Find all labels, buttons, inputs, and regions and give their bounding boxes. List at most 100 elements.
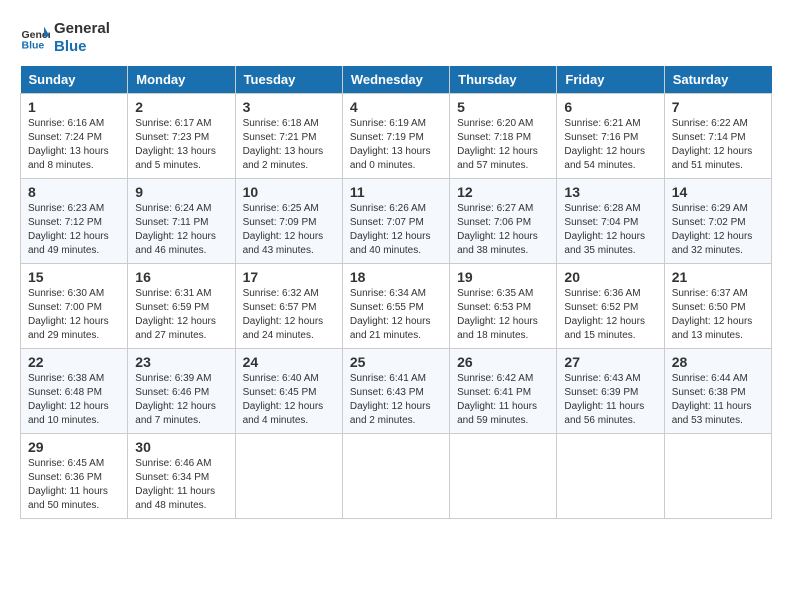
day-number: 13 bbox=[564, 184, 656, 200]
calendar-cell: 22 Sunrise: 6:38 AMSunset: 6:48 PMDayligh… bbox=[21, 349, 128, 434]
day-number: 12 bbox=[457, 184, 549, 200]
day-number: 20 bbox=[564, 269, 656, 285]
day-number: 16 bbox=[135, 269, 227, 285]
calendar-cell: 29 Sunrise: 6:45 AMSunset: 6:36 PMDayligh… bbox=[21, 434, 128, 519]
day-info: Sunrise: 6:38 AMSunset: 6:48 PMDaylight:… bbox=[28, 372, 120, 428]
day-number: 26 bbox=[457, 354, 549, 370]
week-row-5: 29 Sunrise: 6:45 AMSunset: 6:36 PMDayligh… bbox=[21, 434, 772, 519]
day-number: 15 bbox=[28, 269, 120, 285]
day-number: 28 bbox=[672, 354, 764, 370]
day-number: 27 bbox=[564, 354, 656, 370]
day-number: 25 bbox=[350, 354, 442, 370]
logo-icon: General Blue bbox=[20, 23, 50, 53]
calendar-cell: 30Sunrise: 6:46 AMSunset: 6:34 PMDayligh… bbox=[128, 434, 235, 519]
day-info: Sunrise: 6:24 AMSunset: 7:11 PMDaylight:… bbox=[135, 202, 227, 258]
day-number: 21 bbox=[672, 269, 764, 285]
day-number: 29 bbox=[28, 439, 120, 455]
day-info: Sunrise: 6:22 AMSunset: 7:14 PMDaylight:… bbox=[672, 117, 764, 173]
day-number: 22 bbox=[28, 354, 120, 370]
day-number: 9 bbox=[135, 184, 227, 200]
col-header-sunday: Sunday bbox=[21, 66, 128, 94]
col-header-thursday: Thursday bbox=[450, 66, 557, 94]
day-info: Sunrise: 6:23 AMSunset: 7:12 PMDaylight:… bbox=[28, 202, 120, 258]
logo-blue: Blue bbox=[54, 38, 110, 56]
calendar-cell: 27 Sunrise: 6:43 AMSunset: 6:39 PMDayligh… bbox=[557, 349, 664, 434]
day-number: 1 bbox=[28, 99, 120, 115]
day-info: Sunrise: 6:45 AMSunset: 6:36 PMDaylight:… bbox=[28, 457, 120, 513]
week-row-4: 22 Sunrise: 6:38 AMSunset: 6:48 PMDayligh… bbox=[21, 349, 772, 434]
day-info: Sunrise: 6:31 AMSunset: 6:59 PMDaylight:… bbox=[135, 287, 227, 343]
week-row-2: 8 Sunrise: 6:23 AMSunset: 7:12 PMDaylight… bbox=[21, 179, 772, 264]
calendar-cell: 23Sunrise: 6:39 AMSunset: 6:46 PMDayligh… bbox=[128, 349, 235, 434]
calendar-cell bbox=[557, 434, 664, 519]
day-number: 5 bbox=[457, 99, 549, 115]
calendar-cell: 24 Sunrise: 6:40 AMSunset: 6:45 PMDayligh… bbox=[235, 349, 342, 434]
calendar-cell: 7Sunrise: 6:22 AMSunset: 7:14 PMDaylight… bbox=[664, 94, 771, 179]
calendar-cell: 8 Sunrise: 6:23 AMSunset: 7:12 PMDaylight… bbox=[21, 179, 128, 264]
calendar-cell: 11 Sunrise: 6:26 AMSunset: 7:07 PMDayligh… bbox=[342, 179, 449, 264]
calendar-cell: 18 Sunrise: 6:34 AMSunset: 6:55 PMDayligh… bbox=[342, 264, 449, 349]
calendar-cell: 19Sunrise: 6:35 AMSunset: 6:53 PMDayligh… bbox=[450, 264, 557, 349]
logo: General Blue General Blue bbox=[20, 20, 110, 56]
day-info: Sunrise: 6:19 AMSunset: 7:19 PMDaylight:… bbox=[350, 117, 442, 173]
day-info: Sunrise: 6:32 AMSunset: 6:57 PMDaylight:… bbox=[243, 287, 335, 343]
day-info: Sunrise: 6:25 AMSunset: 7:09 PMDaylight:… bbox=[243, 202, 335, 258]
calendar-cell: 15 Sunrise: 6:30 AMSunset: 7:00 PMDayligh… bbox=[21, 264, 128, 349]
calendar-cell: 26 Sunrise: 6:42 AMSunset: 6:41 PMDayligh… bbox=[450, 349, 557, 434]
day-number: 17 bbox=[243, 269, 335, 285]
day-info: Sunrise: 6:18 AMSunset: 7:21 PMDaylight:… bbox=[243, 117, 335, 173]
day-number: 8 bbox=[28, 184, 120, 200]
svg-text:Blue: Blue bbox=[22, 40, 45, 52]
day-info: Sunrise: 6:26 AMSunset: 7:07 PMDaylight:… bbox=[350, 202, 442, 258]
calendar-cell: 16 Sunrise: 6:31 AMSunset: 6:59 PMDayligh… bbox=[128, 264, 235, 349]
calendar-cell: 14Sunrise: 6:29 AMSunset: 7:02 PMDayligh… bbox=[664, 179, 771, 264]
day-info: Sunrise: 6:35 AMSunset: 6:53 PMDaylight:… bbox=[457, 287, 549, 343]
calendar-cell bbox=[342, 434, 449, 519]
col-header-saturday: Saturday bbox=[664, 66, 771, 94]
calendar-cell: 21 Sunrise: 6:37 AMSunset: 6:50 PMDayligh… bbox=[664, 264, 771, 349]
week-row-1: 1Sunrise: 6:16 AMSunset: 7:24 PMDaylight… bbox=[21, 94, 772, 179]
calendar-cell: 5 Sunrise: 6:20 AMSunset: 7:18 PMDaylight… bbox=[450, 94, 557, 179]
day-info: Sunrise: 6:41 AMSunset: 6:43 PMDaylight:… bbox=[350, 372, 442, 428]
calendar-cell bbox=[235, 434, 342, 519]
col-header-tuesday: Tuesday bbox=[235, 66, 342, 94]
day-info: Sunrise: 6:44 AMSunset: 6:38 PMDaylight:… bbox=[672, 372, 764, 428]
calendar-cell: 4 Sunrise: 6:19 AMSunset: 7:19 PMDaylight… bbox=[342, 94, 449, 179]
day-info: Sunrise: 6:20 AMSunset: 7:18 PMDaylight:… bbox=[457, 117, 549, 173]
header-row: SundayMondayTuesdayWednesdayThursdayFrid… bbox=[21, 66, 772, 94]
calendar-cell: 17 Sunrise: 6:32 AMSunset: 6:57 PMDayligh… bbox=[235, 264, 342, 349]
page-header: General Blue General Blue bbox=[20, 20, 772, 56]
calendar-table: SundayMondayTuesdayWednesdayThursdayFrid… bbox=[20, 66, 772, 519]
calendar-cell: 2Sunrise: 6:17 AMSunset: 7:23 PMDaylight… bbox=[128, 94, 235, 179]
calendar-cell: 13Sunrise: 6:28 AMSunset: 7:04 PMDayligh… bbox=[557, 179, 664, 264]
day-info: Sunrise: 6:40 AMSunset: 6:45 PMDaylight:… bbox=[243, 372, 335, 428]
day-info: Sunrise: 6:30 AMSunset: 7:00 PMDaylight:… bbox=[28, 287, 120, 343]
calendar-cell: 1Sunrise: 6:16 AMSunset: 7:24 PMDaylight… bbox=[21, 94, 128, 179]
calendar-cell: 28 Sunrise: 6:44 AMSunset: 6:38 PMDayligh… bbox=[664, 349, 771, 434]
day-info: Sunrise: 6:43 AMSunset: 6:39 PMDaylight:… bbox=[564, 372, 656, 428]
calendar-cell: 12 Sunrise: 6:27 AMSunset: 7:06 PMDayligh… bbox=[450, 179, 557, 264]
day-info: Sunrise: 6:36 AMSunset: 6:52 PMDaylight:… bbox=[564, 287, 656, 343]
calendar-cell: 3 Sunrise: 6:18 AMSunset: 7:21 PMDaylight… bbox=[235, 94, 342, 179]
day-info: Sunrise: 6:27 AMSunset: 7:06 PMDaylight:… bbox=[457, 202, 549, 258]
day-number: 18 bbox=[350, 269, 442, 285]
day-info: Sunrise: 6:34 AMSunset: 6:55 PMDaylight:… bbox=[350, 287, 442, 343]
day-info: Sunrise: 6:42 AMSunset: 6:41 PMDaylight:… bbox=[457, 372, 549, 428]
day-number: 24 bbox=[243, 354, 335, 370]
col-header-wednesday: Wednesday bbox=[342, 66, 449, 94]
day-info: Sunrise: 6:21 AMSunset: 7:16 PMDaylight:… bbox=[564, 117, 656, 173]
calendar-cell bbox=[450, 434, 557, 519]
day-number: 10 bbox=[243, 184, 335, 200]
calendar-cell: 9 Sunrise: 6:24 AMSunset: 7:11 PMDaylight… bbox=[128, 179, 235, 264]
day-number: 14 bbox=[672, 184, 764, 200]
calendar-cell: 25 Sunrise: 6:41 AMSunset: 6:43 PMDayligh… bbox=[342, 349, 449, 434]
day-info: Sunrise: 6:37 AMSunset: 6:50 PMDaylight:… bbox=[672, 287, 764, 343]
day-number: 2 bbox=[135, 99, 227, 115]
day-number: 6 bbox=[564, 99, 656, 115]
col-header-monday: Monday bbox=[128, 66, 235, 94]
day-number: 4 bbox=[350, 99, 442, 115]
day-info: Sunrise: 6:46 AMSunset: 6:34 PMDaylight:… bbox=[135, 457, 227, 513]
day-number: 3 bbox=[243, 99, 335, 115]
calendar-cell: 10 Sunrise: 6:25 AMSunset: 7:09 PMDayligh… bbox=[235, 179, 342, 264]
day-number: 11 bbox=[350, 184, 442, 200]
